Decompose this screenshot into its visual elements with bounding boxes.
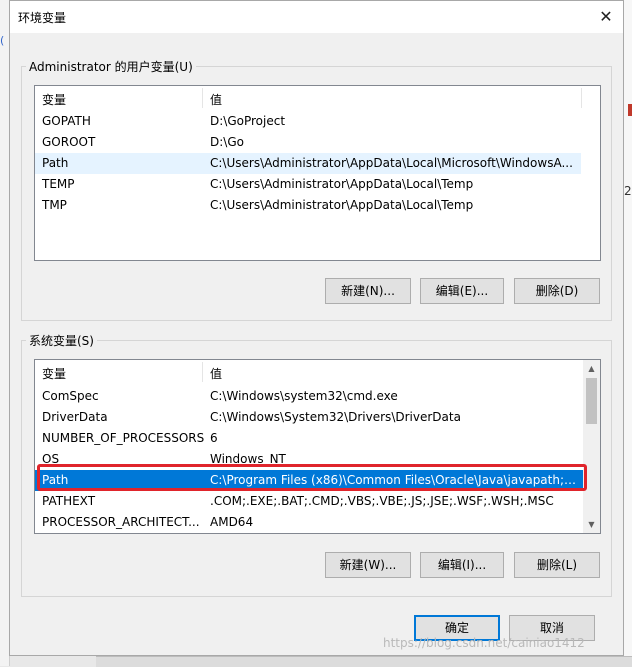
user-edit-button[interactable]: 编辑(E)... [420,278,504,304]
column-header-value[interactable]: 值 [210,91,222,108]
variable-name: GOPATH [42,114,91,128]
table-row[interactable]: ComSpec C:\Windows\system32\cmd.exe [35,386,583,407]
table-row[interactable]: PATHEXT .COM;.EXE;.BAT;.CMD;.VBS;.VBE;.J… [35,491,583,512]
system-variables-list[interactable]: 变量 值 ComSpec C:\Windows\system32\cmd.exe… [34,359,601,534]
variable-name: GOROOT [42,135,96,149]
table-row[interactable]: Path C:\Users\Administrator\AppData\Loca… [35,153,581,174]
variable-name: DriverData [42,410,108,424]
variable-value: D:\GoProject [210,114,286,128]
scroll-down-arrow-icon[interactable]: ▼ [583,516,600,533]
variable-value: C:\Windows\system32\cmd.exe [210,389,398,403]
variable-name: PATHEXT [42,494,96,508]
dialog-title: 环境变量 [18,11,67,25]
background-digit: 2 [624,184,632,198]
list-header: 变量 值 [35,86,600,110]
column-header-value[interactable]: 值 [210,365,222,382]
variable-value: .COM;.EXE;.BAT;.CMD;.VBS;.VBE;.JS;.JSE;.… [210,494,554,508]
table-row[interactable]: OS Windows_NT [35,449,583,470]
table-row[interactable]: TMP C:\Users\Administrator\AppData\Local… [35,195,581,216]
variable-value: D:\Go [210,135,244,149]
variable-value: C:\Users\Administrator\AppData\Local\Mic… [210,156,573,170]
column-separator[interactable] [581,88,582,108]
variable-value: AMD64 [210,515,254,529]
user-new-button[interactable]: 新建(N)... [325,278,411,304]
scroll-up-arrow-icon[interactable]: ▲ [583,360,600,377]
user-delete-button[interactable]: 删除(D) [514,278,600,304]
variable-name: OS [42,452,60,466]
user-variables-label: Administrator 的用户变量(U) [29,60,193,74]
variable-name: Path [42,473,69,487]
list-header: 变量 值 [35,360,600,384]
table-row[interactable]: PROCESSOR_ARCHITECT... AMD64 [35,512,583,533]
variable-name: TMP [42,198,67,212]
column-header-name[interactable]: 变量 [42,365,66,382]
variable-value: C:\Program Files (x86)\Common Files\Orac… [210,473,578,487]
user-variables-list[interactable]: 变量 值 GOPATH D:\GoProject GOROOT D:\Go Pa… [34,85,601,261]
system-variables-label: 系统变量(S) [29,334,94,348]
column-header-name[interactable]: 变量 [42,91,66,108]
system-delete-button[interactable]: 删除(L) [514,552,600,578]
variable-name: Path [42,156,69,170]
table-row[interactable]: GOPATH D:\GoProject [35,111,581,132]
column-separator[interactable] [202,362,203,382]
variable-value: C:\Users\Administrator\AppData\Local\Tem… [210,177,474,191]
variable-name: TEMP [42,177,75,191]
variable-name: ComSpec [42,389,99,403]
vertical-scrollbar[interactable]: ▲ ▼ [583,360,600,533]
background-window-right-edge: 2 [624,0,632,666]
title-bar: 环境变量 ✕ [10,1,623,33]
system-edit-button[interactable]: 编辑(I)... [420,552,504,578]
table-row[interactable]: TEMP C:\Users\Administrator\AppData\Loca… [35,174,581,195]
variable-name: NUMBER_OF_PROCESSORS [42,431,205,445]
variable-value: Windows_NT [210,452,286,466]
variable-value: 6 [210,431,218,445]
watermark: https://blog.csdn.net/cainiao1412 [383,636,585,650]
variable-name: PROCESSOR_ARCHITECT... [42,515,200,529]
table-row-selected[interactable]: Path C:\Program Files (x86)\Common Files… [35,470,583,491]
environment-variables-dialog: 环境变量 ✕ Administrator 的用户变量(U) 变量 值 GOPAT… [9,0,624,656]
close-icon[interactable]: ✕ [591,3,621,31]
variable-value: C:\Users\Administrator\AppData\Local\Tem… [210,198,474,212]
column-separator[interactable] [202,88,203,108]
system-new-button[interactable]: 新建(W)... [325,552,411,578]
scrollbar-thumb[interactable] [586,378,597,424]
table-row[interactable]: DriverData C:\Windows\System32\Drivers\D… [35,407,583,428]
background-taskbar-edge [96,656,632,667]
table-row[interactable]: NUMBER_OF_PROCESSORS 6 [35,428,583,449]
background-text-fragment: ( [0,34,5,47]
table-row[interactable]: GOROOT D:\Go [35,132,581,153]
background-red-mark [628,104,632,116]
variable-value: C:\Windows\System32\Drivers\DriverData [210,410,461,424]
